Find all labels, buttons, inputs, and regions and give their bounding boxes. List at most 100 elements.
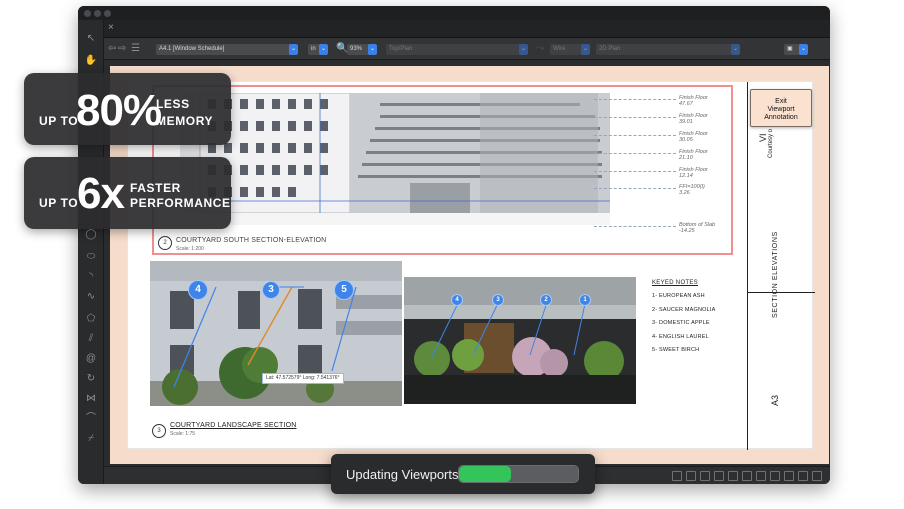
snap-intersection-icon[interactable]: [700, 471, 710, 481]
viewport-number: 3: [152, 424, 166, 438]
render-mode-value: Wire: [553, 46, 566, 52]
title-block-divider: [748, 292, 815, 293]
tree-marker[interactable]: 3: [492, 294, 504, 306]
tree-marker[interactable]: 5: [334, 280, 354, 300]
level-label: Finish Floor 12.14: [679, 167, 708, 179]
chevron-down-icon: ⌄: [799, 44, 808, 55]
chevron-down-icon: ⌄: [519, 44, 528, 55]
eyedropper-tool-icon[interactable]: ⌿: [83, 432, 99, 446]
zoom-value: 93%: [350, 46, 363, 52]
circle-tool-icon[interactable]: ◯: [83, 228, 99, 242]
snap-object-icon[interactable]: [686, 471, 696, 481]
update-progress-fill: [459, 466, 512, 482]
chevron-down-icon: ⌄: [581, 44, 590, 55]
keyed-note: 5- SWEET BIRCH: [652, 347, 700, 353]
projection-select[interactable]: 2D Plan ⌄: [596, 44, 740, 55]
performance-promo-badge: UP TO 6x FASTER PERFORMANCE: [24, 157, 231, 229]
document-tab-strip: ×: [104, 20, 830, 38]
snap-working-plane-icon[interactable]: [770, 471, 780, 481]
section-elevation-viewport[interactable]: Finish Floor 47.67 Finish Floor 39.01 Fini…: [152, 85, 733, 255]
viewport-scale: Scale: 1:200: [176, 246, 204, 252]
oval-tool-icon[interactable]: ⬭: [83, 250, 99, 264]
keyed-note: 3- DOMESTIC APPLE: [652, 320, 710, 326]
minimize-window-icon[interactable]: [94, 10, 101, 17]
view-options-select[interactable]: ▣ ⌄: [784, 44, 808, 55]
sheet-number: A3: [770, 394, 780, 406]
zoom-window-icon[interactable]: [104, 10, 111, 17]
level-value: 12.14: [679, 173, 693, 179]
update-progress-bar: [458, 465, 579, 483]
level-value: 3.26: [679, 190, 690, 196]
geolocation-readout: Lat: 47.572579° Long: 7.541376°: [262, 373, 344, 384]
promo-value: 80%: [76, 86, 162, 135]
landscape-render-right: [404, 277, 636, 404]
selection-tool-icon[interactable]: ↖: [83, 32, 99, 46]
level-value: -14.25: [679, 228, 695, 234]
standard-view-select[interactable]: Top/Plan ⌄: [386, 44, 528, 55]
title-bar: [78, 6, 830, 20]
double-line-tool-icon[interactable]: ⫽: [83, 332, 99, 346]
mirror-tool-icon[interactable]: ⋈: [83, 392, 99, 406]
standard-view-value: Top/Plan: [389, 46, 413, 52]
promo-line2: MEMORY: [156, 114, 214, 128]
tree-marker[interactable]: 3: [262, 281, 280, 299]
level-line: [594, 226, 676, 227]
settings-icon[interactable]: [812, 471, 822, 481]
chevron-down-icon: ⌄: [289, 44, 298, 55]
tree-marker[interactable]: 4: [188, 280, 208, 300]
projection-value: 2D Plan: [599, 46, 621, 52]
snap-tangent-icon[interactable]: [742, 471, 752, 481]
render-mode-select[interactable]: Wire ⌄: [550, 44, 590, 55]
level-line: [594, 188, 676, 189]
forward-icon[interactable]: ⇨: [118, 43, 126, 55]
arc-tool-icon[interactable]: ◝: [83, 270, 99, 284]
level-value: 39.01: [679, 119, 693, 125]
zoom-select[interactable]: 93% ⌄: [347, 44, 377, 55]
close-window-icon[interactable]: [84, 10, 91, 17]
list-icon[interactable]: ☰: [131, 43, 140, 55]
level-value: 47.67: [679, 101, 693, 107]
fillet-tool-icon[interactable]: ⌒: [83, 412, 99, 426]
promo-line1: FASTER: [130, 181, 181, 195]
courtesy-text: Courtesy o: [768, 128, 774, 158]
close-tab-icon[interactable]: ×: [108, 22, 114, 33]
freehand-tool-icon[interactable]: ∿: [83, 290, 99, 304]
polygon-tool-icon[interactable]: ⬠: [83, 312, 99, 326]
pan-tool-icon[interactable]: ✋: [83, 54, 99, 68]
pause-icon[interactable]: [798, 471, 808, 481]
chevron-down-icon: ⌄: [319, 44, 328, 55]
level-value: 30.05: [679, 137, 693, 143]
rotate-tool-icon[interactable]: ↻: [83, 372, 99, 386]
keyed-notes: KEYED NOTES 1- EUROPEAN ASH 2- SAUCER MA…: [652, 280, 742, 361]
update-progress-popup: Updating Viewports...: [331, 454, 595, 494]
active-layer-select[interactable]: A4.1 [Window Schedule] ⌄: [156, 44, 298, 55]
memory-promo-badge: UP TO 80% LESS MEMORY: [24, 73, 231, 145]
spiral-tool-icon[interactable]: @: [83, 352, 99, 366]
level-line: [594, 99, 676, 100]
back-icon[interactable]: ⇦: [108, 43, 116, 55]
level-label: Finish Floor 39.01: [679, 113, 708, 125]
smart-cursor-icon[interactable]: [784, 471, 794, 481]
keyed-note: 2- SAUCER MAGNOLIA: [652, 306, 716, 313]
level-line: [594, 117, 676, 118]
unit-select[interactable]: in ⌄: [308, 44, 328, 55]
building-section-drawing: [180, 93, 610, 225]
render-mode-icon[interactable]: ⤳: [536, 43, 544, 55]
snap-distance-icon[interactable]: [714, 471, 724, 481]
exit-viewport-annotation-button[interactable]: Exit Viewport Annotation: [750, 89, 812, 127]
sheet-code-vertical: VI: [758, 133, 768, 142]
viewport-title: COURTYARD LANDSCAPE SECTION: [170, 422, 297, 429]
level-value: 21.10: [679, 155, 693, 161]
tree-marker[interactable]: 4: [451, 294, 463, 306]
tree-marker[interactable]: 1: [579, 294, 591, 306]
snap-angle-icon[interactable]: [728, 471, 738, 481]
snap-surface-icon[interactable]: [756, 471, 766, 481]
tree-marker[interactable]: 2: [540, 294, 552, 306]
level-line: [594, 153, 676, 154]
courtyard-render-viewport[interactable]: [404, 277, 636, 404]
title-block: VI Courtesy o SECTION ELEVATIONS A3: [747, 82, 815, 450]
promo-line2: PERFORMANCE: [130, 196, 231, 210]
chevron-down-icon: ⌄: [731, 44, 740, 55]
promo-line1: LESS: [156, 97, 190, 111]
snap-grid-icon[interactable]: [672, 471, 682, 481]
